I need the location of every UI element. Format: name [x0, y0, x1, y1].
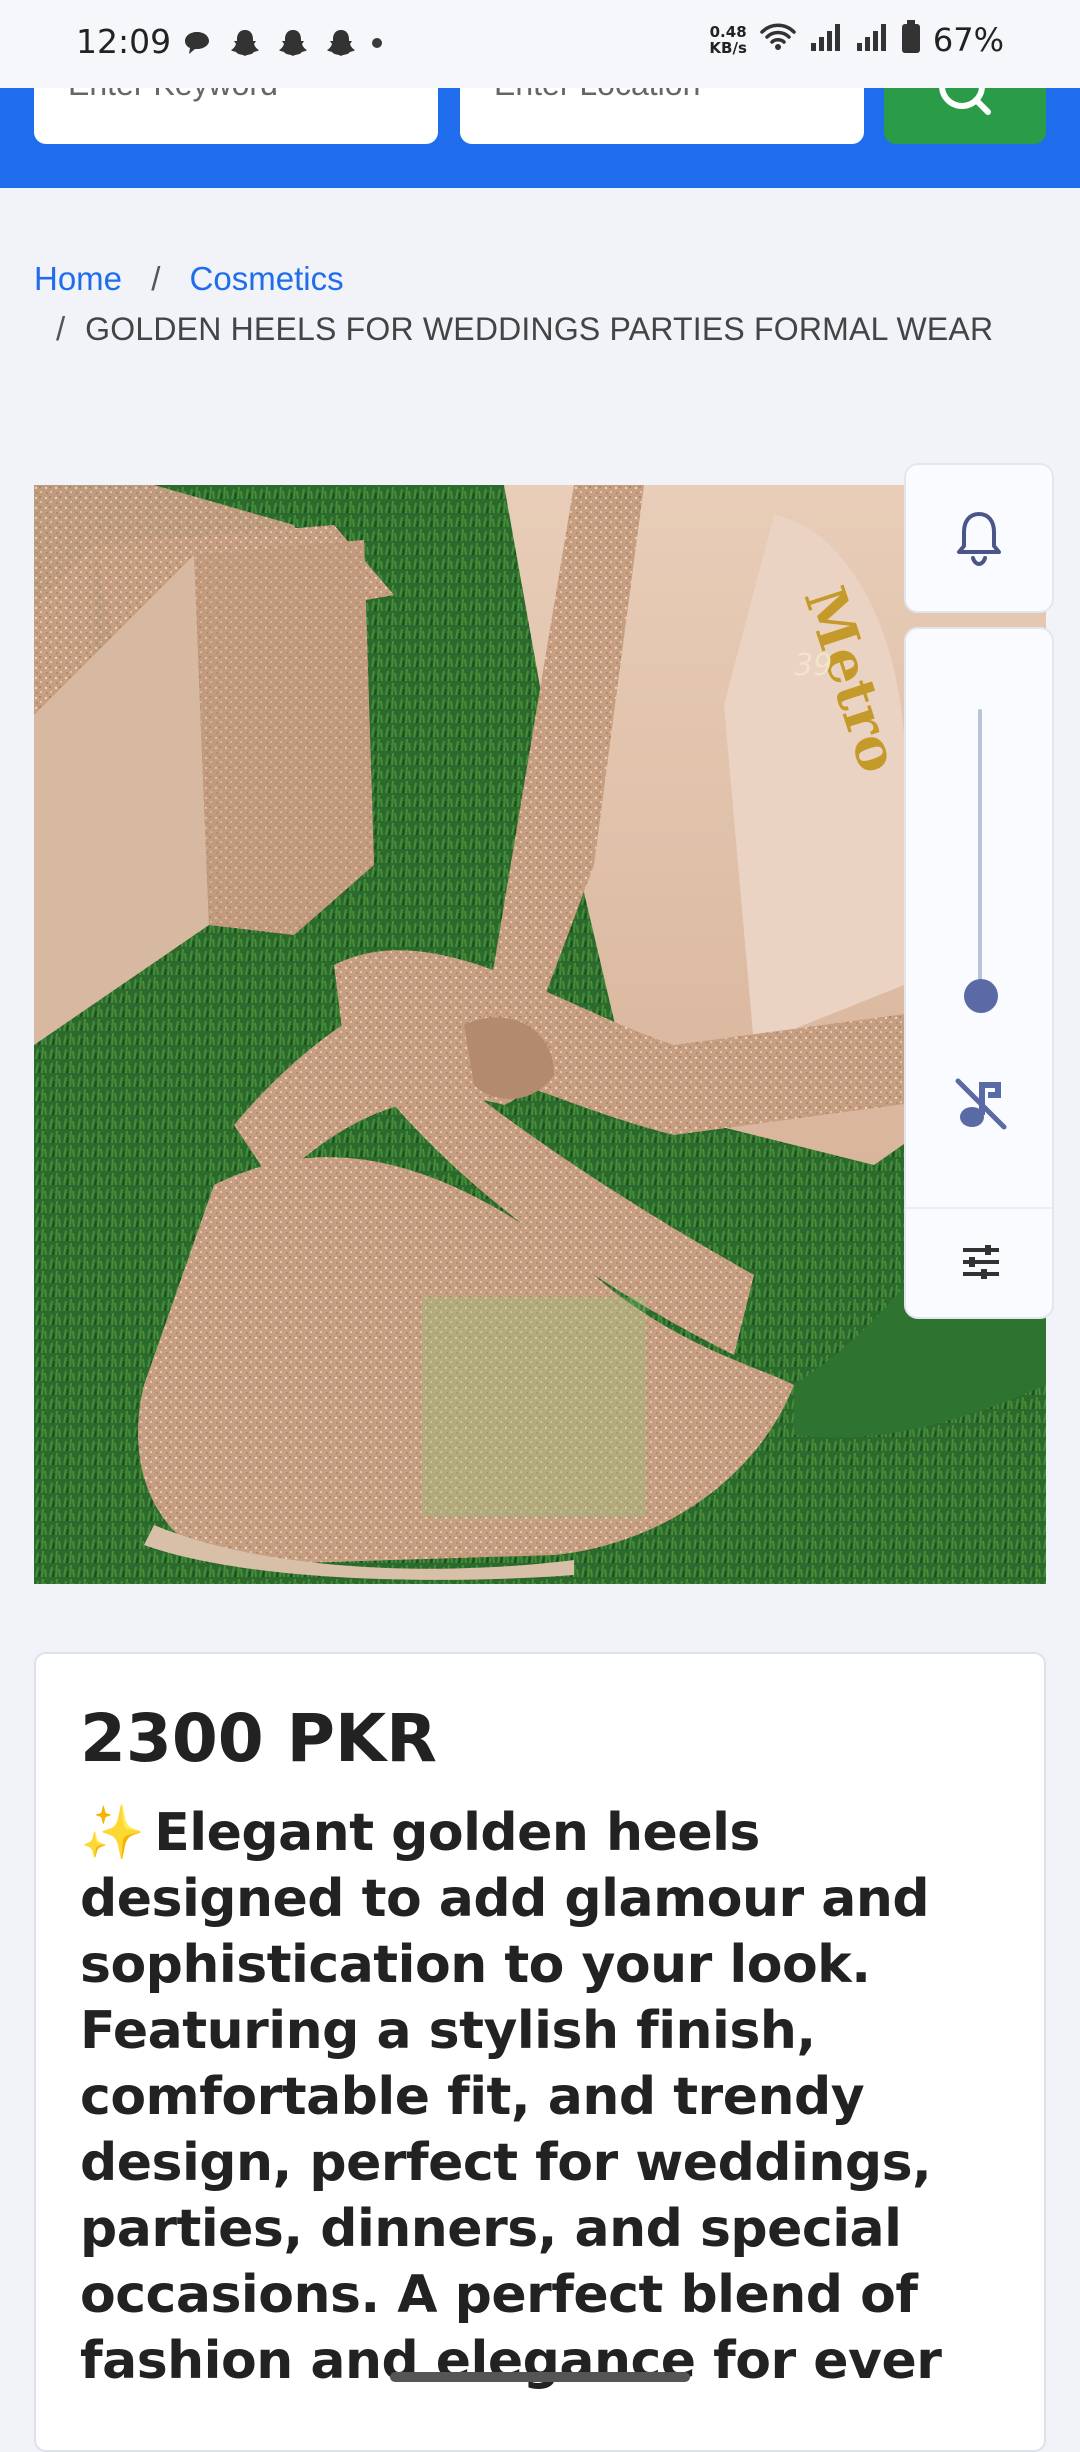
notification-bell-button[interactable]: [904, 463, 1054, 613]
breadcrumb-separator: /: [56, 310, 66, 347]
snapchat-icon: [228, 26, 262, 60]
chat-bubble-icon: [180, 26, 214, 60]
settings-button[interactable]: [946, 1227, 1016, 1297]
site-header: [0, 88, 1080, 188]
status-bar: 12:09 0.48 KB/s 67%: [0, 0, 1080, 88]
breadcrumb-separator: /: [151, 260, 161, 297]
search-button[interactable]: [884, 88, 1046, 144]
gesture-navigation-bar[interactable]: [390, 2372, 690, 2382]
svg-text:39: 39: [794, 648, 832, 683]
mute-button[interactable]: [946, 1069, 1016, 1139]
breadcrumb-current: GOLDEN HEELS FOR WEDDINGS PARTIES FORMAL…: [85, 311, 994, 347]
product-description-text: Elegant golden heels designed to add gla…: [80, 1803, 942, 2391]
breadcrumb-current-row: / GOLDEN HEELS FOR WEDDINGS PARTIES FORMA…: [34, 304, 1044, 354]
product-details-card: 2300 PKR ✨ Elegant golden heels designed …: [34, 1652, 1046, 2452]
music-off-icon: [955, 1078, 1007, 1130]
breadcrumb: Home / Cosmetics / GOLDEN HEELS FOR WEDDI…: [34, 254, 1044, 354]
battery-percent: 67%: [932, 20, 1004, 59]
signal-icon: [809, 21, 843, 58]
keyword-input[interactable]: [34, 88, 438, 114]
location-input[interactable]: [460, 88, 864, 114]
sliders-icon: [963, 1245, 999, 1279]
product-description: ✨ Elegant golden heels designed to add gl…: [80, 1800, 1000, 2394]
media-control-panel: [904, 627, 1054, 1319]
signal-icon: [855, 21, 889, 58]
breadcrumb-category-link[interactable]: Cosmetics: [190, 260, 344, 297]
sparkles-emoji: ✨: [80, 1803, 145, 1863]
network-speed: 0.48 KB/s: [709, 22, 747, 57]
product-image[interactable]: Metro 39: [34, 485, 1046, 1584]
volume-slider-knob[interactable]: [964, 979, 998, 1013]
bell-icon: [957, 512, 1001, 566]
location-field[interactable]: [460, 88, 864, 144]
snapchat-icon: [276, 26, 310, 60]
keyword-field[interactable]: [34, 88, 438, 144]
notification-icons: [180, 26, 382, 60]
system-status-icons: 0.48 KB/s 67%: [709, 20, 1004, 59]
panel-divider: [906, 1207, 1052, 1209]
snapchat-icon: [324, 26, 358, 60]
status-time: 12:09: [76, 22, 172, 61]
battery-icon: [901, 20, 921, 59]
golden-heel-photo: Metro 39: [34, 485, 1046, 1584]
wifi-icon: [759, 21, 797, 58]
search-icon: [939, 88, 991, 115]
more-notifications-dot: [372, 38, 382, 48]
breadcrumb-home-link[interactable]: Home: [34, 260, 122, 297]
volume-slider-track[interactable]: [978, 709, 982, 999]
product-price: 2300 PKR: [80, 1700, 438, 1777]
